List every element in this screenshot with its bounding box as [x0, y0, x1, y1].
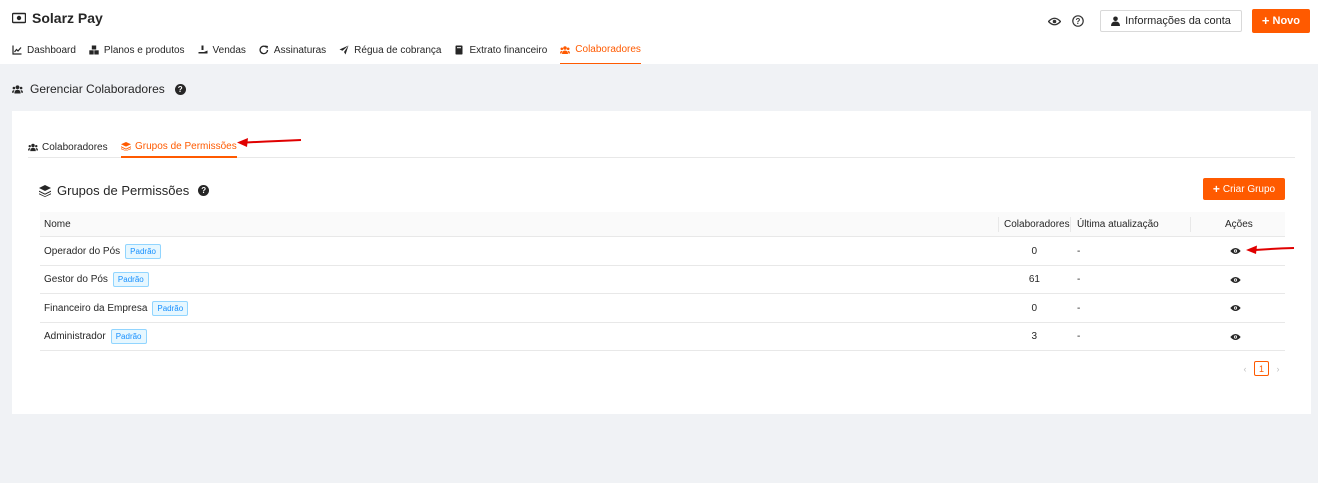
user-icon: [1111, 16, 1121, 26]
help-icon[interactable]: ?: [198, 185, 210, 196]
nav-label: Planos e produtos: [103, 44, 185, 56]
create-group-label: Criar Grupo: [1222, 183, 1276, 195]
layer-group-icon: [121, 142, 131, 151]
default-tag: Padrão: [152, 300, 189, 316]
eye-icon: [1230, 276, 1241, 283]
last-updated: -: [1077, 274, 1081, 285]
eye-toggle-icon[interactable]: [1046, 13, 1062, 29]
eye-icon: [1230, 305, 1241, 311]
layer-group-icon: [39, 184, 51, 197]
nav-item-regua[interactable]: Régua de cobrança: [339, 40, 441, 60]
nav-item-planos[interactable]: Planos e produtos: [89, 40, 185, 60]
users-icon: [28, 143, 38, 151]
content-card: Colaboradores Grupos de Permissões Grupo…: [12, 111, 1311, 414]
redo-icon: [259, 45, 269, 55]
annotation-arrow: [1246, 245, 1295, 254]
nav-label: Colaboradores: [575, 44, 641, 55]
nav-item-assinaturas[interactable]: Assinaturas: [259, 40, 326, 60]
column-divider: [1190, 217, 1191, 232]
table-row: Financeiro da Empresa Padrão 0 -: [40, 294, 1285, 323]
page-number[interactable]: 1: [1254, 361, 1269, 376]
view-action[interactable]: [1230, 294, 1241, 322]
tab-colaboradores[interactable]: Colaboradores: [28, 137, 108, 157]
collaborator-count: 0: [1031, 302, 1037, 314]
help-circle-icon[interactable]: ?: [1070, 13, 1086, 29]
pagination: ‹ 1 ›: [1240, 361, 1283, 376]
column-header-ultima-atualizacao[interactable]: Última atualização: [1077, 212, 1159, 237]
last-updated: -: [1077, 245, 1081, 257]
nav-label: Dashboard: [27, 44, 76, 56]
svg-text:?: ?: [1076, 17, 1081, 26]
column-divider: [1070, 217, 1071, 232]
group-name: Gestor do Pós: [44, 274, 108, 285]
top-bar: Solarz Pay ? Informações da conta + Novo…: [0, 0, 1318, 64]
page-heading: Gerenciar Colaboradores ?: [12, 82, 186, 96]
main-nav: Dashboard Planos e produtos Vendas Assin…: [12, 40, 654, 64]
group-name: Financeiro da Empresa: [44, 302, 148, 314]
help-icon[interactable]: ?: [174, 83, 186, 95]
default-tag: Padrão: [110, 329, 147, 344]
section-title: Grupos de Permissões ?: [39, 183, 210, 198]
table-row: Gestor do Pós Padrão 61 -: [40, 266, 1285, 294]
top-actions: ? Informações da conta + Novo: [1046, 9, 1310, 33]
book-icon: [455, 45, 463, 55]
table-header: Nome Colaboradores Última atualização Aç…: [40, 212, 1285, 237]
eye-icon: [1230, 248, 1241, 254]
collaborator-count: 61: [1028, 274, 1040, 285]
default-tag: Padrão: [112, 272, 149, 287]
next-page-icon[interactable]: ›: [1273, 364, 1283, 374]
table-row: Administrador Padrão 3 -: [40, 323, 1285, 351]
view-action[interactable]: [1230, 323, 1241, 351]
new-button[interactable]: + Novo: [1251, 9, 1310, 33]
money-bill-icon: [12, 12, 26, 24]
nav-label: Vendas: [212, 44, 246, 56]
section-title-text: Grupos de Permissões: [57, 183, 190, 198]
app-title: Solarz Pay: [32, 10, 103, 26]
collaborator-count: 3: [1031, 331, 1037, 342]
account-info-button[interactable]: Informações da conta: [1100, 10, 1242, 32]
nav-item-colaboradores[interactable]: Colaboradores: [560, 40, 641, 64]
page-title: Gerenciar Colaboradores: [30, 82, 165, 96]
eye-icon: [1230, 333, 1241, 340]
nav-item-vendas[interactable]: Vendas: [198, 40, 246, 60]
column-header-nome[interactable]: Nome: [44, 212, 71, 237]
permission-groups-table: Nome Colaboradores Última atualização Aç…: [40, 212, 1285, 351]
collaborator-count: 0: [1031, 245, 1037, 257]
column-header-acoes: Ações: [1225, 219, 1253, 230]
table-row: Operador do Pós Padrão 0 -: [40, 237, 1285, 266]
group-name: Administrador: [44, 331, 106, 342]
column-header-colaboradores[interactable]: Colaboradores: [1004, 212, 1070, 237]
tab-label: Colaboradores: [42, 141, 108, 153]
default-tag: Padrão: [125, 243, 161, 259]
tab-label: Grupos de Permissões: [135, 141, 237, 152]
last-updated: -: [1077, 331, 1081, 342]
nav-label: Régua de cobrança: [354, 44, 442, 56]
brand[interactable]: Solarz Pay: [12, 10, 103, 26]
account-info-label: Informações da conta: [1125, 15, 1231, 27]
create-group-button[interactable]: + Criar Grupo: [1203, 178, 1285, 200]
boxes-icon: [89, 45, 99, 55]
plus-icon: +: [1212, 181, 1220, 196]
group-name: Operador do Pós: [44, 245, 121, 257]
view-action[interactable]: [1230, 237, 1241, 265]
tab-grupos-permissoes[interactable]: Grupos de Permissões: [121, 137, 237, 158]
view-action[interactable]: [1230, 266, 1241, 294]
nav-item-dashboard[interactable]: Dashboard: [12, 40, 76, 60]
new-button-label: Novo: [1272, 15, 1301, 27]
chart-line-icon: [12, 45, 22, 55]
prev-page-icon[interactable]: ‹: [1240, 364, 1250, 374]
nav-label: Extrato financeiro: [469, 44, 548, 56]
last-updated: -: [1077, 302, 1081, 314]
annotation-arrow: [237, 138, 302, 147]
plus-icon: +: [1261, 13, 1270, 28]
hand-holding-dollar-icon: [198, 45, 208, 54]
tabs: Colaboradores Grupos de Permissões: [28, 133, 1295, 158]
nav-item-extrato[interactable]: Extrato financeiro: [454, 40, 547, 60]
nav-label: Assinaturas: [273, 44, 327, 56]
users-icon: [12, 84, 23, 93]
users-icon: [560, 45, 571, 54]
paper-plane-icon: [339, 45, 349, 55]
column-divider: [998, 217, 999, 232]
